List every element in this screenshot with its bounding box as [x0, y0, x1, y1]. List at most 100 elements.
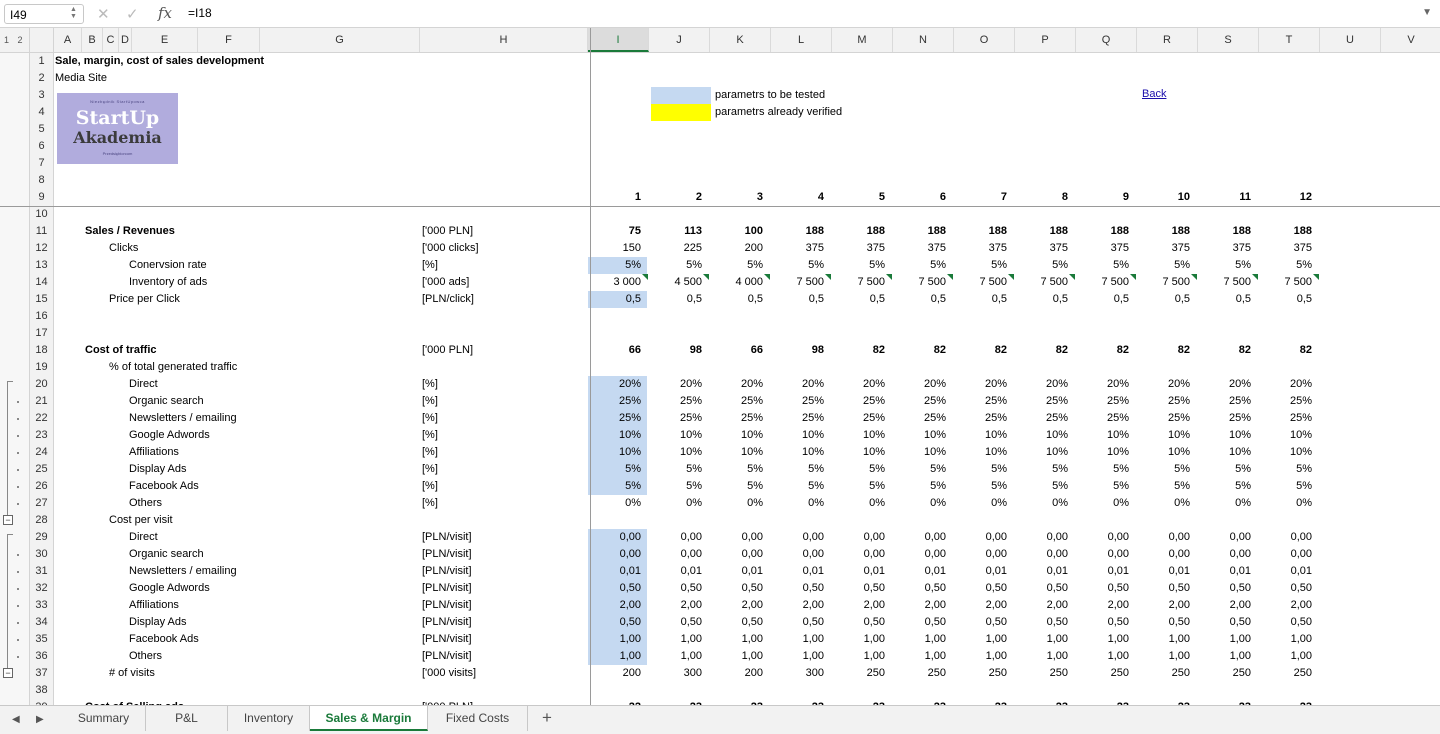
value-cell[interactable]: 0,01	[1076, 563, 1131, 580]
column-header[interactable]: C	[103, 28, 119, 52]
value-cell[interactable]: 25%	[1015, 410, 1070, 427]
value-cell[interactable]: 188	[1076, 223, 1131, 240]
value-cell[interactable]: 25%	[1076, 393, 1131, 410]
value-cell[interactable]: 0,5	[1259, 291, 1314, 308]
value-cell[interactable]: 0,50	[588, 580, 643, 597]
value-cell[interactable]: 10%	[954, 444, 1009, 461]
value-cell[interactable]: 150	[588, 240, 643, 257]
row-header[interactable]: 33	[30, 597, 53, 614]
value-cell[interactable]: 0,01	[710, 563, 765, 580]
column-header[interactable]: T	[1259, 28, 1320, 52]
value-cell[interactable]: 5%	[832, 478, 887, 495]
period-header[interactable]: 7	[954, 189, 1009, 206]
value-cell[interactable]: 1,00	[710, 631, 765, 648]
value-cell[interactable]: 10%	[710, 427, 765, 444]
value-cell[interactable]: 1,00	[832, 648, 887, 665]
value-cell[interactable]: 375	[1137, 240, 1192, 257]
column-header[interactable]: Q	[1076, 28, 1137, 52]
row-label[interactable]: Cost of traffic	[85, 342, 157, 359]
value-cell[interactable]: 20%	[1198, 376, 1253, 393]
row-header[interactable]: 8	[30, 172, 53, 189]
value-cell[interactable]: 0,50	[1137, 614, 1192, 631]
column-header[interactable]: L	[771, 28, 832, 52]
value-cell[interactable]: 25%	[588, 410, 643, 427]
value-cell[interactable]: 0,01	[649, 563, 704, 580]
value-cell[interactable]: 250	[832, 665, 887, 682]
value-cell[interactable]: 0%	[1015, 495, 1070, 512]
value-cell[interactable]: 25%	[771, 393, 826, 410]
period-header[interactable]: 3	[710, 189, 765, 206]
value-cell[interactable]: 0,00	[1198, 529, 1253, 546]
row-label[interactable]: Organic search	[129, 546, 204, 563]
value-cell[interactable]: 82	[1015, 342, 1070, 359]
row-label[interactable]: Affiliations	[129, 597, 179, 614]
row-unit[interactable]: [PLN/visit]	[422, 563, 472, 580]
value-cell[interactable]: 0%	[1076, 495, 1131, 512]
row-label[interactable]: Inventory of ads	[129, 274, 207, 291]
value-cell[interactable]: 66	[588, 342, 643, 359]
period-header[interactable]: 6	[893, 189, 948, 206]
row-header[interactable]: 20	[30, 376, 53, 393]
value-cell[interactable]: 2,00	[1198, 597, 1253, 614]
value-cell[interactable]: 0%	[1259, 495, 1314, 512]
value-cell[interactable]: 5%	[771, 461, 826, 478]
value-cell[interactable]: 1,00	[1076, 648, 1131, 665]
value-cell[interactable]: 2,00	[1259, 597, 1314, 614]
value-cell[interactable]: 0,50	[1076, 580, 1131, 597]
value-cell[interactable]: 375	[1076, 240, 1131, 257]
value-cell[interactable]: 5%	[1137, 478, 1192, 495]
value-cell[interactable]: 0%	[771, 495, 826, 512]
sheet-title[interactable]: Sale, margin, cost of sales development	[55, 53, 264, 70]
value-cell[interactable]: 0,50	[1076, 614, 1131, 631]
value-cell[interactable]: 7 500	[954, 274, 1009, 291]
row-header[interactable]: 26	[30, 478, 53, 495]
value-cell[interactable]: 82	[1137, 342, 1192, 359]
value-cell[interactable]: 0,00	[954, 546, 1009, 563]
row-label[interactable]: Clicks	[109, 240, 138, 257]
value-cell[interactable]: 10%	[1076, 444, 1131, 461]
formula-input[interactable]: =I18	[188, 6, 212, 20]
value-cell[interactable]: 66	[710, 342, 765, 359]
row-header[interactable]: 5	[30, 121, 53, 138]
row-header[interactable]: 24	[30, 444, 53, 461]
row-header[interactable]: 28	[30, 512, 53, 529]
value-cell[interactable]: 20%	[1137, 376, 1192, 393]
fx-icon[interactable]: fx	[158, 4, 172, 22]
value-cell[interactable]: 5%	[710, 461, 765, 478]
row-header[interactable]: 18	[30, 342, 53, 359]
row-header[interactable]: 16	[30, 308, 53, 325]
value-cell[interactable]: 0,01	[954, 563, 1009, 580]
value-cell[interactable]: 10%	[832, 427, 887, 444]
value-cell[interactable]: 3 000	[588, 274, 643, 291]
value-cell[interactable]: 250	[1137, 665, 1192, 682]
value-cell[interactable]: 10%	[588, 427, 643, 444]
value-cell[interactable]: 188	[1198, 223, 1253, 240]
row-header[interactable]: 14	[30, 274, 53, 291]
value-cell[interactable]: 0%	[1198, 495, 1253, 512]
row-unit[interactable]: [PLN/visit]	[422, 597, 472, 614]
row-header[interactable]: 27	[30, 495, 53, 512]
value-cell[interactable]: 0,00	[1137, 546, 1192, 563]
value-cell[interactable]: 4 000	[710, 274, 765, 291]
value-cell[interactable]: 25%	[954, 410, 1009, 427]
sheet-tab[interactable]: Inventory	[228, 706, 310, 731]
value-cell[interactable]: 25%	[1137, 410, 1192, 427]
value-cell[interactable]: 375	[954, 240, 1009, 257]
value-cell[interactable]: 0,00	[954, 529, 1009, 546]
period-header[interactable]: 8	[1015, 189, 1070, 206]
value-cell[interactable]: 0,00	[1015, 529, 1070, 546]
row-header[interactable]: 1	[30, 53, 53, 70]
row-unit[interactable]: [%]	[422, 257, 438, 274]
value-cell[interactable]: 10%	[954, 427, 1009, 444]
value-cell[interactable]: 375	[1015, 240, 1070, 257]
value-cell[interactable]: 98	[771, 342, 826, 359]
value-cell[interactable]: 25%	[588, 393, 643, 410]
value-cell[interactable]: 20%	[832, 376, 887, 393]
row-header[interactable]: 34	[30, 614, 53, 631]
value-cell[interactable]: 7 500	[1198, 274, 1253, 291]
value-cell[interactable]: 0,5	[954, 291, 1009, 308]
period-header[interactable]: 11	[1198, 189, 1253, 206]
row-unit[interactable]: [PLN/visit]	[422, 648, 472, 665]
value-cell[interactable]: 0,50	[649, 614, 704, 631]
value-cell[interactable]: 375	[893, 240, 948, 257]
